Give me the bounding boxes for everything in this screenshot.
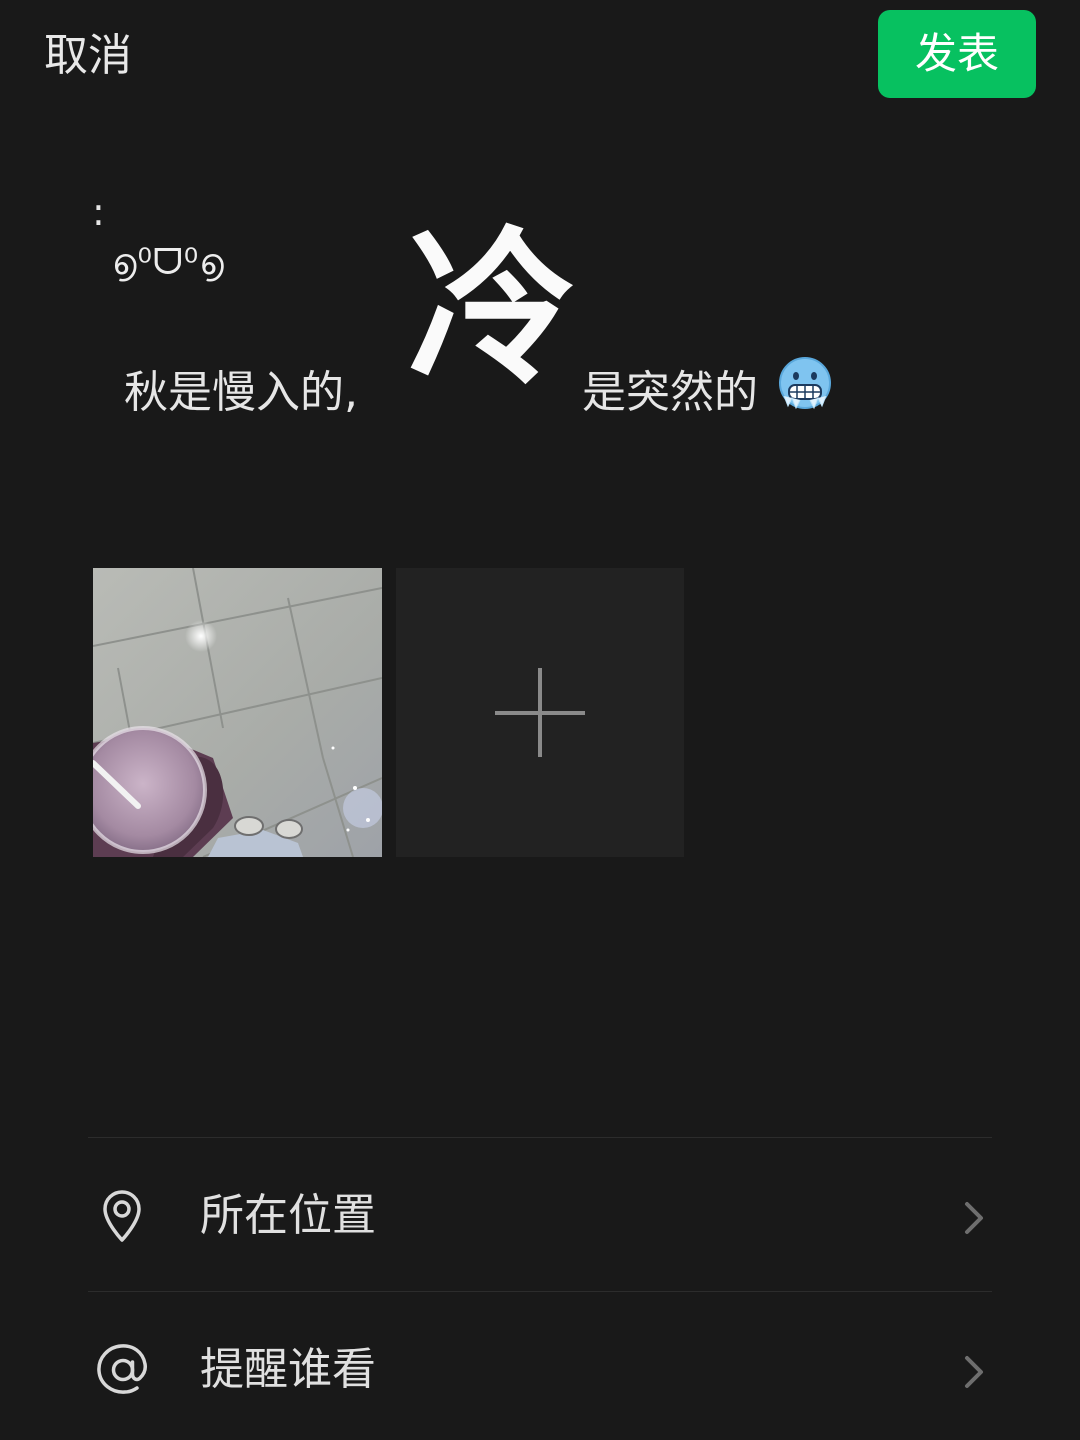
chevron-right-icon [965, 1356, 983, 1388]
post-text-before: 秋是慢入的, [124, 367, 358, 418]
post-text-after: 是突然的 [582, 367, 758, 418]
photo-thumbnail[interactable] [93, 568, 382, 857]
at-sign-icon [97, 1344, 147, 1394]
post-highlight-char: 冷 [408, 209, 576, 407]
compose-moment-screen: 取消 发表 : ൭⁰ᗜ⁰൭ 秋是慢入的, 冷 是突然的 所在位置 提醒谁看 [0, 0, 1080, 1440]
post-text-input[interactable]: : ൭⁰ᗜ⁰൭ 秋是慢入的, 冷 是突然的 [90, 190, 990, 440]
post-colon: : [92, 190, 105, 234]
freezing-face-icon [779, 357, 831, 410]
mention-option[interactable]: 提醒谁看 [88, 1294, 992, 1440]
post-kaomoji: ൭⁰ᗜ⁰൭ [112, 242, 225, 283]
plus-icon [495, 668, 585, 757]
publish-button[interactable]: 发表 [878, 10, 1036, 98]
photo-image [93, 568, 382, 857]
chevron-right-icon [965, 1202, 983, 1234]
divider-middle [88, 1291, 992, 1292]
location-option[interactable]: 所在位置 [88, 1140, 992, 1290]
add-photo-button[interactable] [396, 568, 684, 857]
location-option-label: 所在位置 [200, 1190, 376, 1241]
mention-option-label: 提醒谁看 [200, 1344, 376, 1395]
location-pin-icon [103, 1190, 141, 1242]
cancel-button[interactable]: 取消 [44, 28, 132, 84]
divider-top [88, 1137, 992, 1138]
